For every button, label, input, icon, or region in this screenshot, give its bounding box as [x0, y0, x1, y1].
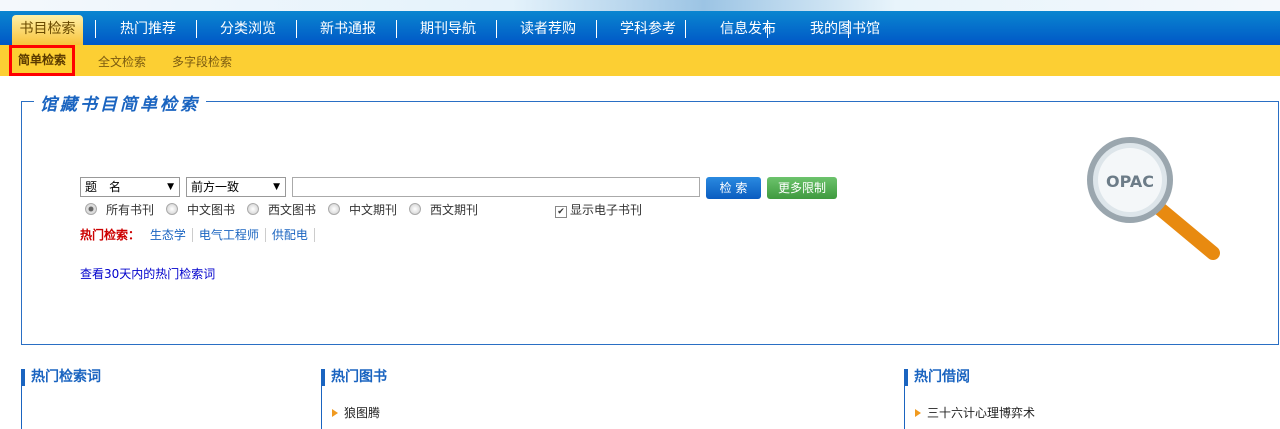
subnav-fulltext-search[interactable]: 全文检索: [98, 45, 146, 79]
search-button[interactable]: 检 索: [706, 177, 761, 199]
nav-item-catalog-search[interactable]: 书目检索: [12, 15, 83, 45]
radio-icon: [409, 203, 421, 215]
section-hot-books: 热门图书狼图腾: [321, 369, 882, 429]
radio-label: 中文图书: [187, 203, 236, 217]
nav-item-new-books[interactable]: 新书通报: [320, 15, 376, 43]
radio-label: 所有书刊: [106, 203, 155, 217]
subnav-multifield-search[interactable]: 多字段检索: [172, 45, 232, 79]
match-select-value: 前方一致: [191, 180, 240, 194]
search-panel-title: 馆藏书目简单检索: [34, 90, 206, 115]
dropdown-arrow-icon: ▼: [273, 182, 280, 192]
radio-all[interactable]: 所有书刊: [85, 203, 154, 217]
main-nav: 书目检索 热门推荐 分类浏览 新书通报 期刊导航 读者荐购 学科参考 信息发布 …: [0, 11, 1280, 45]
nav-separator: [396, 20, 397, 38]
section-title: 热门借阅: [904, 369, 1275, 386]
header-banner: [0, 0, 1280, 11]
sub-nav: 简单检索 全文检索 多字段检索: [0, 45, 1280, 76]
nav-item-my-library[interactable]: 我的图书馆: [810, 15, 880, 43]
radio-label: 西文期刊: [430, 203, 479, 217]
hot-30days-link[interactable]: 查看30天内的热门检索词: [80, 265, 215, 282]
nav-item-subjects[interactable]: 学科参考: [620, 15, 676, 43]
nav-separator: [496, 20, 497, 38]
match-select[interactable]: 前方一致 ▼: [186, 177, 286, 197]
radio-icon: [247, 203, 259, 215]
section-title: 热门图书: [321, 369, 882, 386]
nav-separator: [767, 20, 768, 38]
nav-item-recommend[interactable]: 读者荐购: [520, 15, 576, 43]
radio-icon: [328, 203, 340, 215]
radio-western-journals[interactable]: 西文期刊: [409, 203, 478, 217]
opac-magnifier-logo: OPAC: [1087, 137, 1220, 260]
dropdown-arrow-icon: ▼: [167, 182, 174, 192]
nav-item-hot[interactable]: 热门推荐: [120, 15, 176, 43]
radio-label: 中文期刊: [349, 203, 398, 217]
svg-text:OPAC: OPAC: [1106, 172, 1154, 191]
nav-separator: [196, 20, 197, 38]
hot-term-link[interactable]: 生态学: [143, 228, 193, 242]
radio-icon: [85, 203, 97, 215]
field-select[interactable]: 题 名 ▼: [80, 177, 180, 197]
radio-icon: [166, 203, 178, 215]
hot-term-link[interactable]: 电气工程师: [192, 228, 266, 242]
list-item[interactable]: 狼图腾: [332, 404, 380, 421]
radio-chinese-books[interactable]: 中文图书: [166, 203, 235, 217]
section-title: 热门检索词: [21, 369, 302, 386]
hot-term-link[interactable]: 供配电: [265, 228, 315, 242]
more-limits-button[interactable]: 更多限制: [767, 177, 837, 199]
nav-separator: [685, 20, 686, 38]
ebook-checkbox[interactable]: ✔ 显示电子书刊: [555, 203, 642, 218]
nav-separator: [296, 20, 297, 38]
hot-searches: 热门检索： 生态学 电气工程师 供配电: [80, 227, 315, 243]
nav-item-journals[interactable]: 期刊导航: [420, 15, 476, 43]
checkbox-checked-icon: ✔: [555, 206, 567, 218]
radio-western-books[interactable]: 西文图书: [247, 203, 316, 217]
radio-label: 西文图书: [268, 203, 317, 217]
checkbox-label: 显示电子书刊: [570, 203, 643, 217]
nav-separator: [848, 20, 849, 38]
section-hot-terms: 热门检索词: [21, 369, 302, 429]
nav-separator: [95, 20, 96, 38]
list-item[interactable]: 三十六计心理博弈术: [915, 404, 1035, 421]
nav-item-browse[interactable]: 分类浏览: [220, 15, 276, 43]
subnav-simple-search[interactable]: 简单检索: [9, 45, 75, 76]
search-input[interactable]: [292, 177, 700, 197]
nav-separator: [596, 20, 597, 38]
field-select-value: 题 名: [85, 180, 122, 194]
section-hot-borrows: 热门借阅三十六计心理博弈术: [904, 369, 1275, 429]
hot-searches-label: 热门检索：: [80, 228, 141, 242]
radio-chinese-journals[interactable]: 中文期刊: [328, 203, 397, 217]
